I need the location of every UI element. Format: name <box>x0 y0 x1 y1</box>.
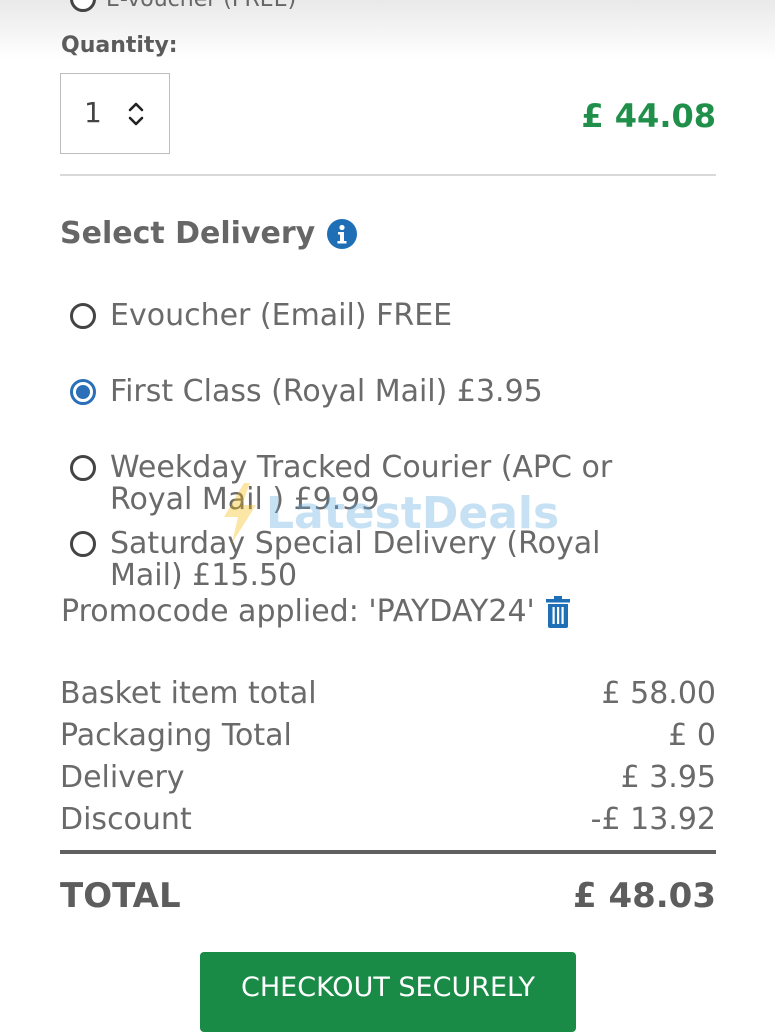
summary-label: Discount <box>60 802 192 837</box>
delivery-option-first-class[interactable]: First Class (Royal Mail) £3.95 <box>70 376 670 408</box>
radio-icon[interactable] <box>70 531 96 557</box>
summary-value: -£ 13.92 <box>590 802 716 837</box>
summary-row-discount: Discount -£ 13.92 <box>60 802 716 837</box>
quantity-label: Quantity: <box>61 33 178 58</box>
previous-option-label: E-voucher (FREE) <box>106 0 296 12</box>
total-label: TOTAL <box>60 876 181 916</box>
delivery-option-label: Saturday Special Delivery (Royal Mail) £… <box>110 526 601 593</box>
summary-value: £ 58.00 <box>601 676 716 711</box>
section-title: Select Delivery <box>60 216 358 251</box>
line-price: £ 44.08 <box>581 97 716 135</box>
total-value: £ 48.03 <box>572 876 716 916</box>
total-divider <box>60 850 716 854</box>
promo-text: Promocode applied: 'PAYDAY24' <box>61 594 535 629</box>
previous-delivery-option[interactable]: E-voucher (FREE) <box>70 0 296 12</box>
total-row: TOTAL £ 48.03 <box>60 876 716 916</box>
summary-value: £ 3.95 <box>620 760 716 795</box>
select-delivery-title: Select Delivery <box>60 216 316 251</box>
radio-icon[interactable] <box>70 0 96 12</box>
promo-applied: Promocode applied: 'PAYDAY24' <box>61 594 571 629</box>
summary-label: Basket item total <box>60 676 317 711</box>
info-icon[interactable] <box>327 218 358 249</box>
delivery-option-label: Weekday Tracked Courier (APC or Royal Ma… <box>110 450 613 517</box>
delivery-option-saturday-special[interactable]: Saturday Special Delivery (Royal Mail) £… <box>70 528 670 592</box>
delivery-option-evoucher[interactable]: Evoucher (Email) FREE <box>70 300 670 332</box>
summary-value: £ 0 <box>668 718 716 753</box>
radio-selected-icon[interactable] <box>70 379 96 405</box>
delivery-option-label: Evoucher (Email) FREE <box>110 298 453 333</box>
summary-row-basket: Basket item total £ 58.00 <box>60 676 716 711</box>
trash-icon[interactable] <box>545 595 571 628</box>
divider <box>60 174 716 176</box>
delivery-option-weekday-tracked[interactable]: Weekday Tracked Courier (APC or Royal Ma… <box>70 452 670 516</box>
radio-icon[interactable] <box>70 303 96 329</box>
up-down-chevron-icon[interactable] <box>127 100 145 128</box>
summary-row-packaging: Packaging Total £ 0 <box>60 718 716 753</box>
summary-row-delivery: Delivery £ 3.95 <box>60 760 716 795</box>
delivery-option-label: First Class (Royal Mail) £3.95 <box>110 374 543 409</box>
radio-icon[interactable] <box>70 455 96 481</box>
quantity-stepper[interactable]: 1 <box>60 73 170 154</box>
summary-label: Packaging Total <box>60 718 292 753</box>
summary-label: Delivery <box>60 760 185 795</box>
quantity-value: 1 <box>84 96 102 129</box>
checkout-button[interactable]: CHECKOUT SECURELY <box>200 952 576 1032</box>
